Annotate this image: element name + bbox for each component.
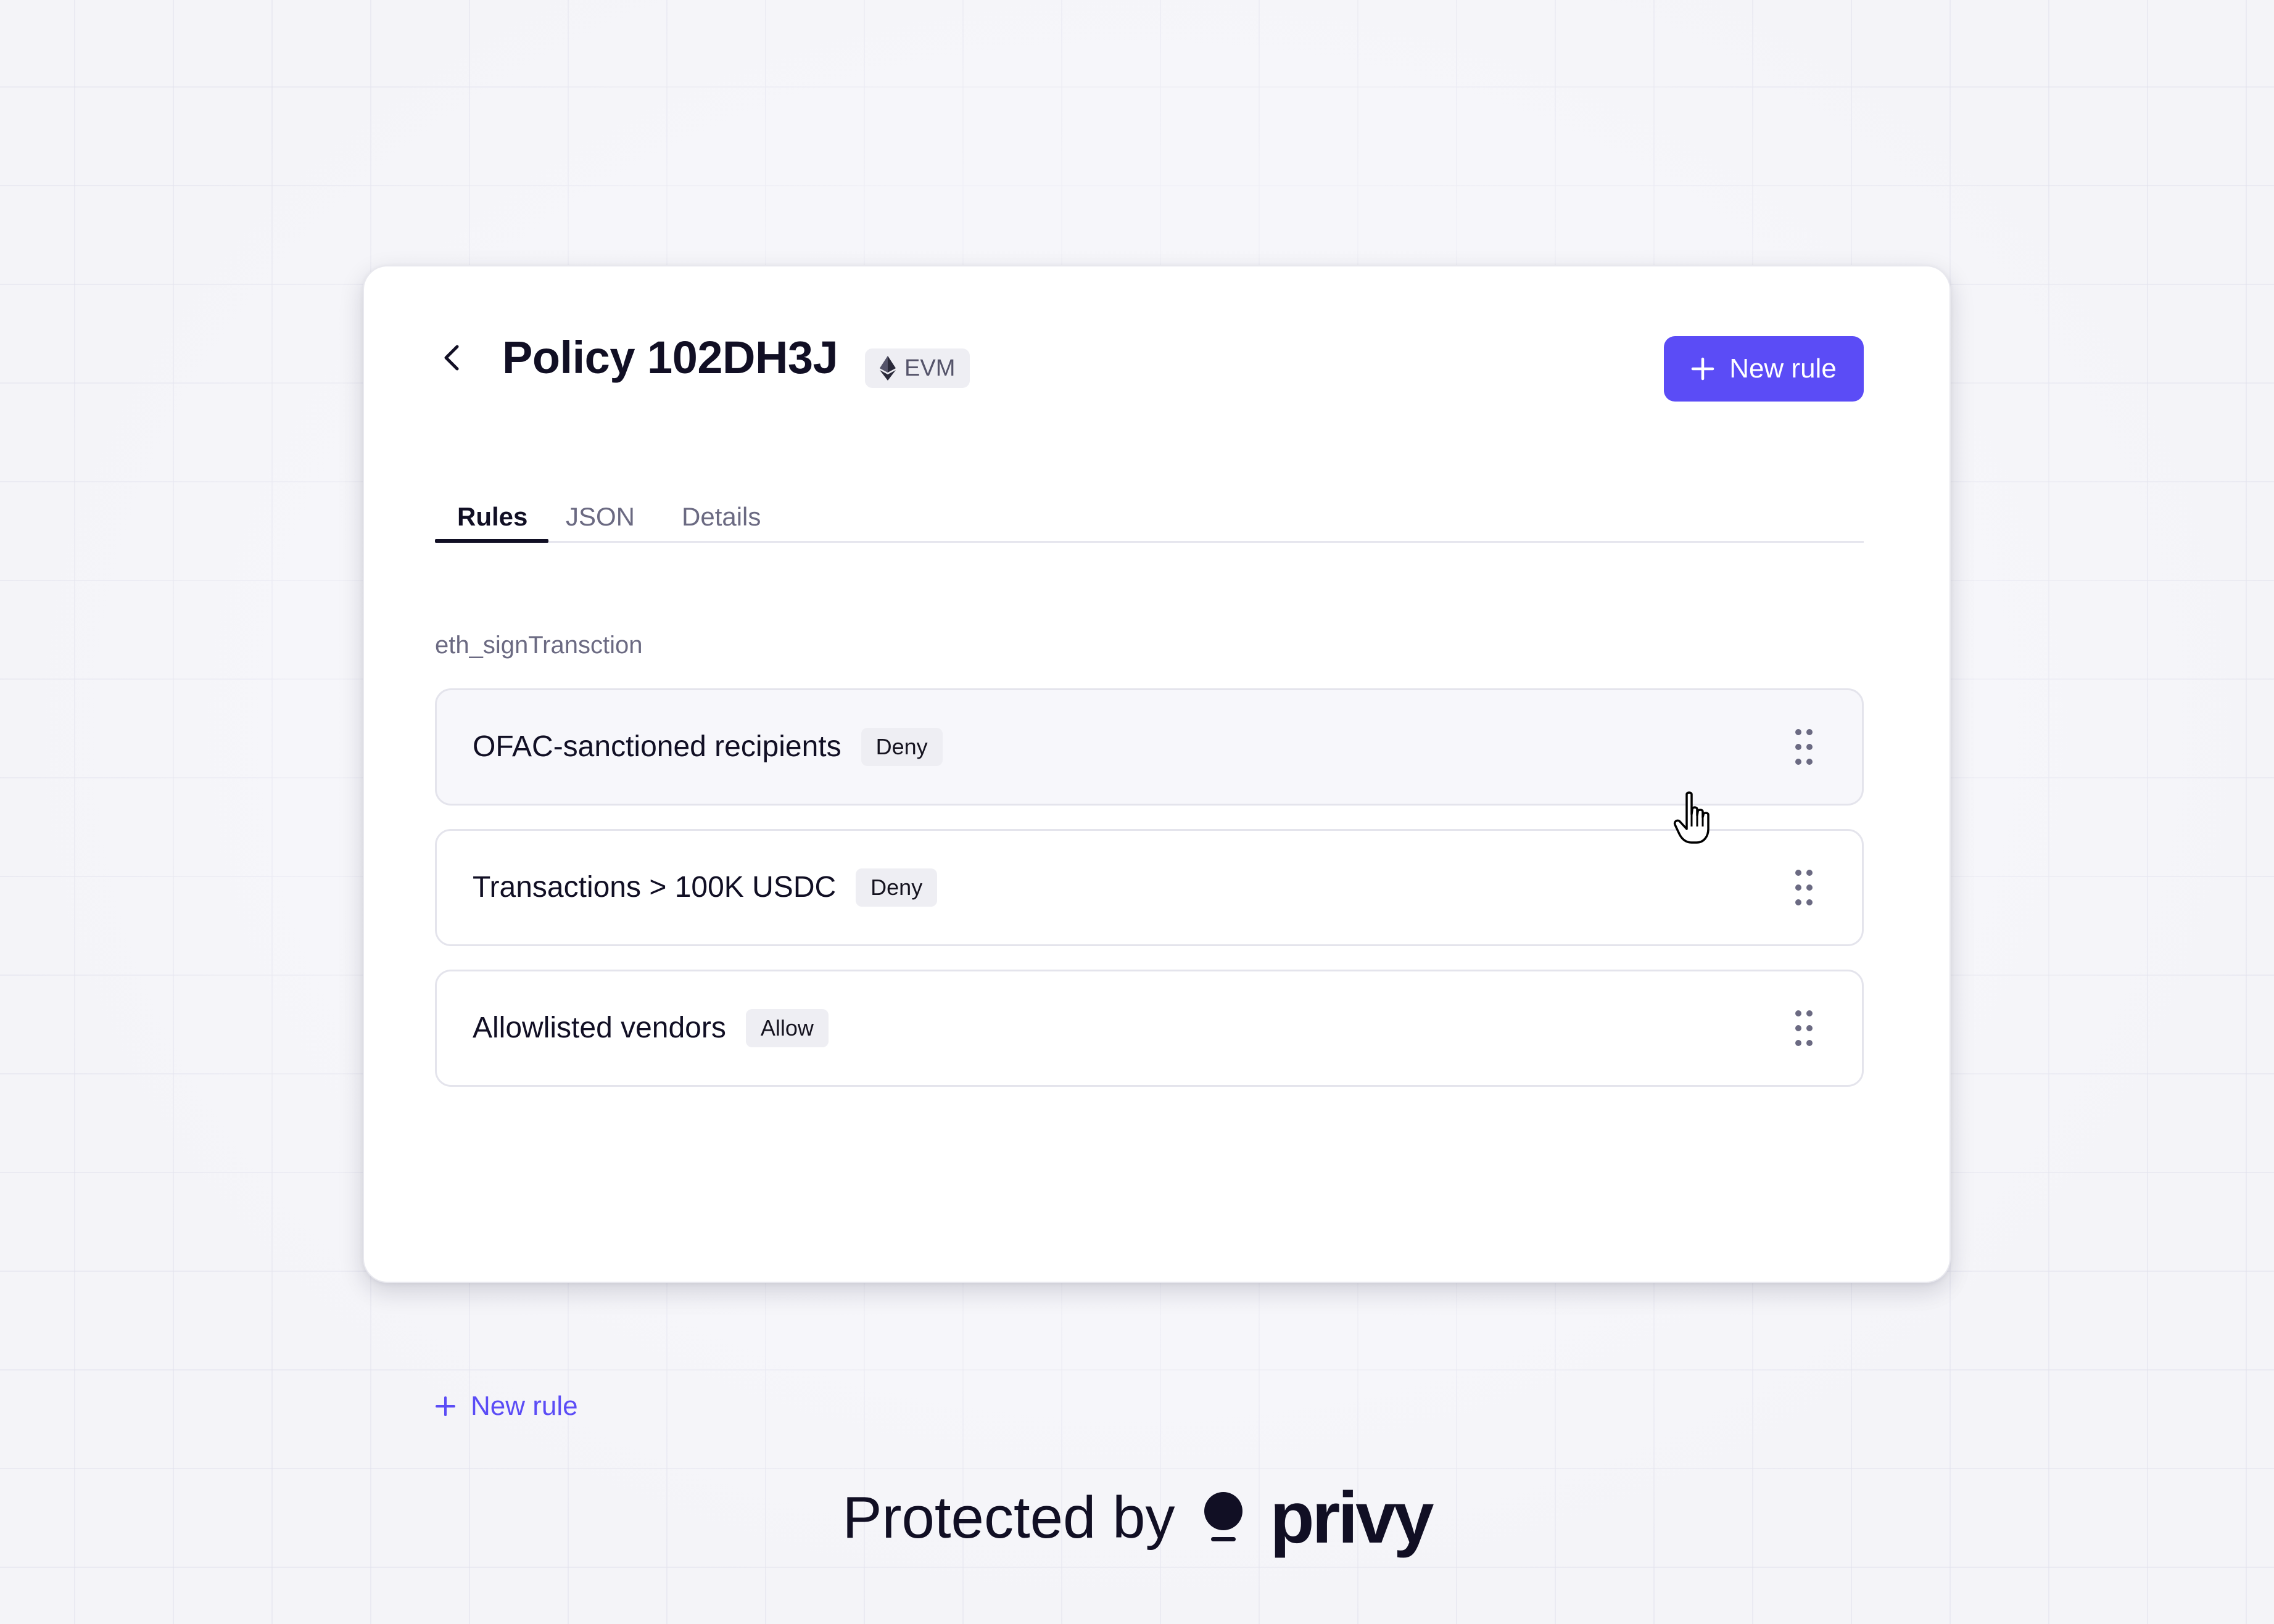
section-label: eth_signTransction	[435, 632, 643, 659]
rule-action-badge: Deny	[861, 728, 943, 766]
chain-badge-label: EVM	[904, 355, 956, 381]
drag-handle-icon[interactable]	[1795, 729, 1813, 765]
chain-badge: EVM	[865, 348, 970, 388]
rule-row[interactable]: OFAC-sanctioned recipients Deny	[435, 688, 1864, 806]
tab-rules[interactable]: Rules	[457, 500, 527, 543]
back-button[interactable]	[435, 340, 469, 375]
chevron-left-icon	[444, 345, 459, 371]
rule-action-badge: Allow	[745, 1009, 829, 1047]
rule-name: Allowlisted vendors	[473, 1012, 726, 1044]
rule-row[interactable]: Allowlisted vendors Allow	[435, 970, 1864, 1087]
privy-logo-icon	[1204, 1492, 1243, 1541]
new-rule-button[interactable]: New rule	[1664, 336, 1864, 402]
policy-card: Policy 102DH3J EVM New rule Rules JSON D…	[363, 265, 1951, 1420]
tab-details[interactable]: Details	[682, 500, 761, 543]
footer: Protected by privy	[0, 1482, 2274, 1554]
tab-json[interactable]: JSON	[566, 500, 635, 543]
rule-name: Transactions > 100K USDC	[473, 871, 837, 904]
drag-handle-icon[interactable]	[1795, 1010, 1813, 1046]
tab-divider	[435, 541, 1864, 543]
add-rule-link[interactable]: New rule	[435, 1388, 578, 1425]
rule-action-badge: Deny	[856, 868, 938, 907]
footer-text: Protected by	[842, 1485, 1175, 1551]
rule-row[interactable]: Transactions > 100K USDC Deny	[435, 829, 1864, 946]
plus-icon	[1691, 357, 1714, 381]
plus-icon	[436, 1396, 455, 1416]
new-rule-button-label: New rule	[1729, 353, 1837, 384]
rule-name: OFAC-sanctioned recipients	[473, 730, 841, 763]
brand-logo: privy	[1202, 1477, 1434, 1559]
active-tab-indicator	[435, 539, 548, 543]
tab-bar: Rules JSON Details	[435, 500, 1864, 543]
page-title: Policy 102DH3J	[502, 332, 838, 383]
add-rule-link-label: New rule	[471, 1391, 578, 1421]
ethereum-icon	[880, 356, 896, 381]
drag-handle-icon[interactable]	[1795, 870, 1813, 905]
brand-name: privy	[1270, 1477, 1434, 1559]
